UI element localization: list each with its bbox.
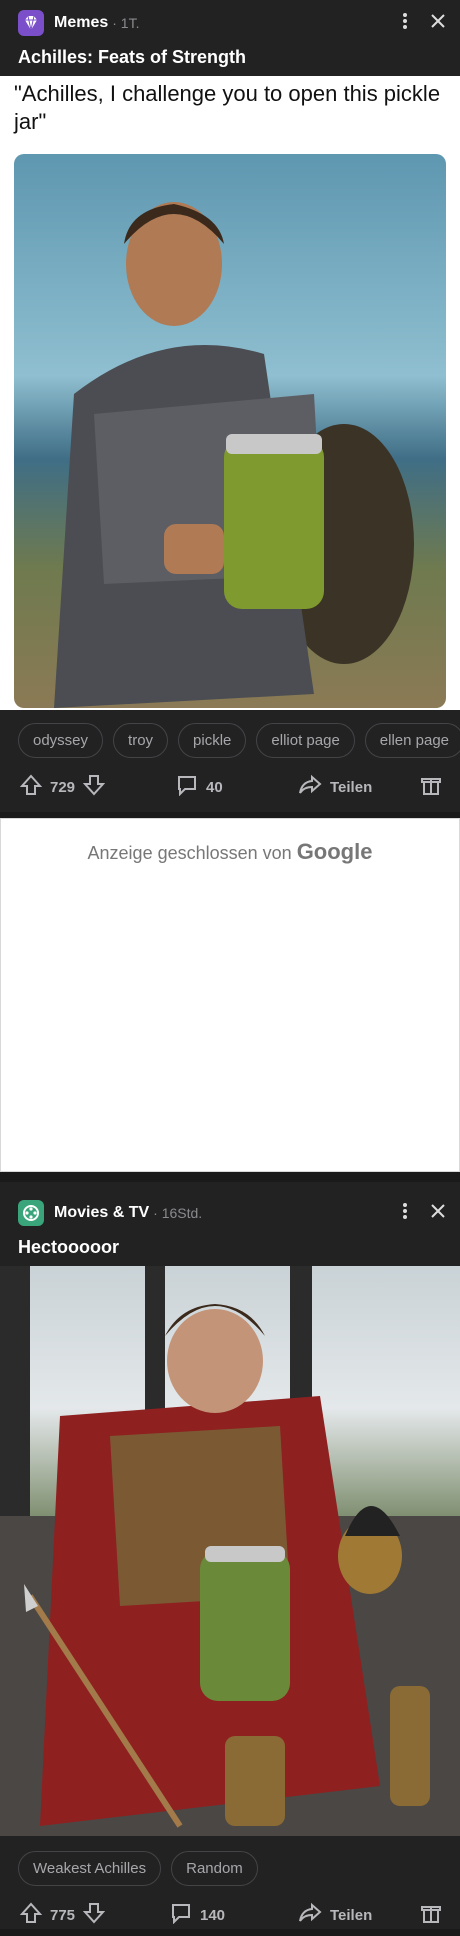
post-card-movies-tv[interactable]: Movies & TV · 16Std. Hectooooor Weakest … <box>0 1182 460 1929</box>
post-title[interactable]: Hectooooor <box>0 1236 460 1266</box>
more-options-icon[interactable] <box>402 12 408 35</box>
meme-photo <box>14 154 446 708</box>
more-options-icon[interactable] <box>402 1202 408 1225</box>
close-icon[interactable] <box>430 1203 446 1224</box>
comment-count: 140 <box>200 1906 226 1924</box>
tag-chip[interactable]: odyssey <box>18 722 104 758</box>
post-image[interactable] <box>0 1266 460 1836</box>
tag-chip[interactable]: ellen page <box>364 722 460 758</box>
tag-chip[interactable]: Weakest Achilles <box>18 1850 162 1886</box>
post-tags: odyssey troy pickle elliot page ellen pa… <box>0 718 460 762</box>
google-logo: Google <box>296 839 373 864</box>
tag-chip[interactable]: troy <box>113 722 169 758</box>
share-label: Teilen <box>330 778 373 796</box>
post-actions: 729 40 Teilen <box>0 762 460 808</box>
downvote-icon[interactable] <box>82 774 106 800</box>
ad-closed-label: Anzeige geschlossen von Google <box>1 839 459 865</box>
tag-chip[interactable]: pickle <box>178 722 247 758</box>
upvote-icon[interactable] <box>19 774 43 800</box>
tag-chip[interactable]: elliot page <box>256 722 355 758</box>
comments-button[interactable]: 40 <box>176 774 223 800</box>
meme-caption: "Achilles, I challenge you to open this … <box>14 81 441 134</box>
post-card-memes[interactable]: Memes · 1T. Achilles: Feats of Strength … <box>0 0 460 812</box>
share-icon <box>298 1902 322 1928</box>
comments-button[interactable]: 140 <box>170 1902 225 1928</box>
post-image[interactable]: "Achilles, I challenge you to open this … <box>0 76 460 710</box>
post-title[interactable]: Achilles: Feats of Strength <box>0 46 460 76</box>
comment-count: 40 <box>206 778 223 796</box>
upvote-icon[interactable] <box>19 1902 43 1928</box>
award-icon <box>420 1902 442 1928</box>
ad-closed-text: Anzeige geschlossen von <box>87 843 292 863</box>
post-actions: 775 140 Teilen <box>0 1890 460 1936</box>
downvote-icon[interactable] <box>82 1902 106 1928</box>
close-icon[interactable] <box>430 13 446 34</box>
movies-tv-subreddit-icon[interactable] <box>18 1200 44 1226</box>
award-button[interactable] <box>420 774 442 800</box>
award-icon <box>420 774 442 800</box>
share-button[interactable]: Teilen <box>298 1902 372 1928</box>
post-tags: Weakest Achilles Random <box>0 1846 460 1890</box>
vote-count: 729 <box>50 778 76 796</box>
post-time: · 1T. <box>112 15 140 31</box>
award-button[interactable] <box>420 1902 442 1928</box>
tag-chip[interactable]: Random <box>171 1850 258 1886</box>
memes-subreddit-icon[interactable] <box>18 10 44 36</box>
comment-icon <box>170 1902 192 1928</box>
share-button[interactable]: Teilen <box>298 774 372 800</box>
post-time: · 16Std. <box>153 1205 203 1221</box>
comment-icon <box>176 774 198 800</box>
post-header: Movies & TV · 16Std. <box>0 1190 460 1236</box>
share-label: Teilen <box>330 1906 373 1924</box>
closed-ad-panel: Anzeige geschlossen von Google <box>0 818 460 1172</box>
share-icon <box>298 774 322 800</box>
subreddit-name[interactable]: Movies & TV <box>54 1204 149 1222</box>
subreddit-name[interactable]: Memes <box>54 14 108 32</box>
post-header: Memes · 1T. <box>0 0 460 46</box>
vote-count: 775 <box>50 1906 76 1924</box>
